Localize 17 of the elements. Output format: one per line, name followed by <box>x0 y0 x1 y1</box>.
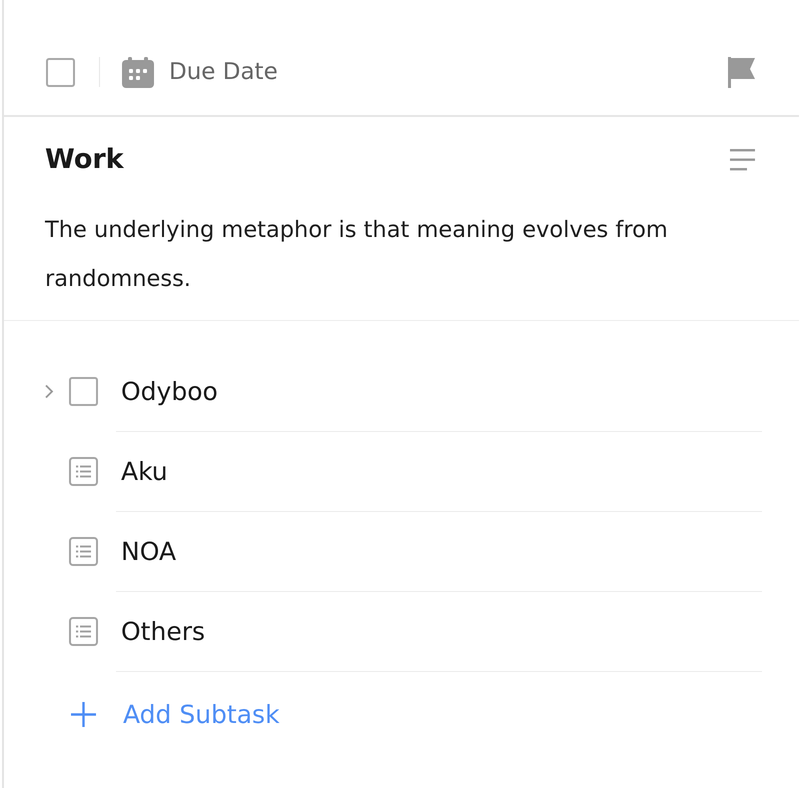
subtask-title[interactable]: Odyboo <box>121 377 218 406</box>
caret-icon[interactable] <box>44 384 54 399</box>
task-title[interactable]: Work <box>45 143 124 177</box>
text-lines-icon[interactable] <box>730 149 755 171</box>
plus-icon <box>71 702 96 726</box>
subtask-checkbox[interactable] <box>69 377 98 406</box>
list-document-icon[interactable] <box>69 457 98 486</box>
due-date-button[interactable]: Due Date <box>122 56 278 88</box>
list-document-icon[interactable] <box>69 537 98 566</box>
calendar-icon <box>122 56 154 88</box>
flag-icon[interactable] <box>728 56 756 88</box>
list-document-icon[interactable] <box>69 617 98 646</box>
subtask-title[interactable]: Aku <box>121 457 168 486</box>
task-checkbox[interactable] <box>46 58 75 86</box>
task-description[interactable]: The underlying metaphor is that meaning evolves from randomness. <box>45 206 755 304</box>
subtask-title[interactable]: NOA <box>121 537 176 566</box>
subtask-title[interactable]: Others <box>121 617 206 646</box>
